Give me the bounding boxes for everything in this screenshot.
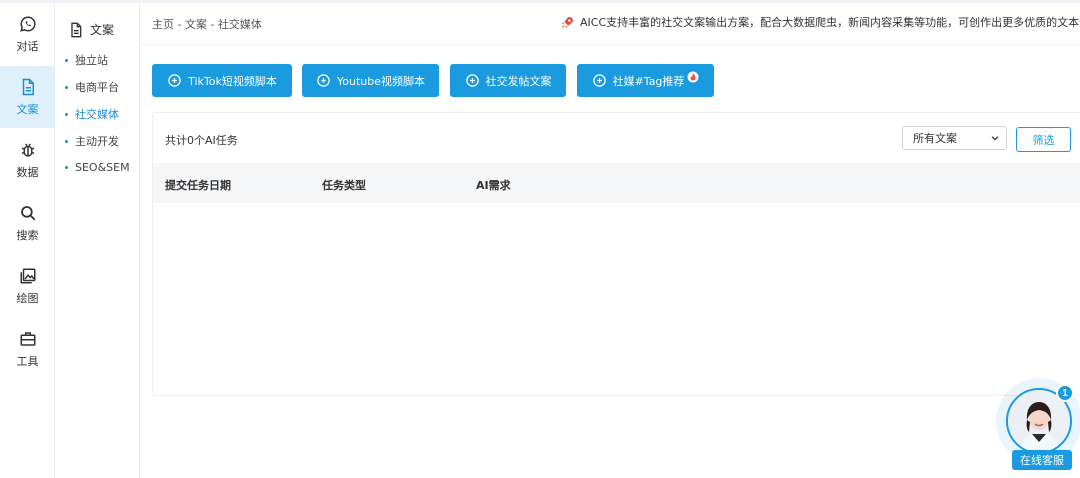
- column-header-date: 提交任务日期: [165, 179, 231, 192]
- bullet-dot: [65, 139, 68, 143]
- sub-nav-item-ecommerce[interactable]: 电商平台: [65, 79, 119, 95]
- button-label: TikTok短视频脚本: [188, 74, 277, 88]
- sub-nav-item-label: 社交媒体: [75, 108, 119, 121]
- rail-item-drawing[interactable]: 绘图: [0, 255, 55, 317]
- notice-text: AICC支持丰富的社交文案输出方案，配合大数据爬虫，新闻内容采集等功能，可创作出…: [580, 16, 1080, 29]
- image-icon: [20, 268, 35, 283]
- sub-nav-item-label: 主动开发: [75, 135, 119, 148]
- sub-nav-item-label: 独立站: [75, 54, 108, 67]
- whatsapp-chat-icon: [19, 15, 36, 32]
- search-icon: [20, 205, 35, 220]
- plus-circle-icon: [317, 74, 330, 87]
- bullet-dot: [65, 58, 68, 62]
- rail-item-label: 数据: [16, 165, 39, 179]
- table-header: 提交任务日期 任务类型 AI需求: [153, 163, 1080, 203]
- button-label: 社交发帖文案: [485, 74, 552, 88]
- rail-item-label: 对话: [16, 39, 39, 53]
- main-nav-rail: 对话 文案 数据 搜索 绘图 工具: [0, 3, 55, 478]
- sub-nav-title: 文案: [68, 21, 114, 38]
- button-label: 社媒#Tag推荐: [612, 74, 685, 88]
- bullet-dot: [65, 166, 68, 169]
- youtube-script-button[interactable]: Youtube视频脚本: [302, 64, 439, 97]
- tiktok-script-button[interactable]: TikTok短视频脚本: [152, 64, 292, 97]
- unread-badge: 1: [1056, 384, 1074, 402]
- document-icon: [71, 22, 82, 37]
- hot-flame-icon: [687, 71, 699, 82]
- copy-type-select[interactable]: 所有文案: [902, 126, 1007, 150]
- social-tag-recommend-button[interactable]: 社媒#Tag推荐: [577, 64, 714, 97]
- online-support-widget[interactable]: 1 在线客服: [996, 378, 1080, 472]
- bullet-dot: [65, 112, 68, 116]
- rail-item-data[interactable]: 数据: [0, 129, 55, 191]
- sub-nav-item-label: SEO&SEM: [75, 161, 130, 174]
- sub-nav-item-label: 电商平台: [75, 81, 119, 94]
- sub-nav-title-label: 文案: [90, 23, 115, 37]
- chevron-down-icon: [991, 136, 999, 141]
- bullet-dot: [65, 85, 68, 89]
- plus-circle-icon: [168, 74, 181, 87]
- task-count: 共计0个AI任务: [165, 134, 238, 147]
- sub-nav: 文案 独立站 电商平台 社交媒体 主动开发 SEO&SEM: [55, 3, 140, 478]
- column-header-type: 任务类型: [322, 179, 366, 192]
- sub-nav-item-seo-sem[interactable]: SEO&SEM: [65, 161, 130, 174]
- top-border: [0, 0, 1080, 3]
- sub-nav-item-standalone-site[interactable]: 独立站: [65, 52, 108, 68]
- rail-item-label: 绘图: [16, 291, 39, 305]
- online-support-label[interactable]: 在线客服: [1012, 450, 1072, 470]
- rail-item-chat[interactable]: 对话: [0, 3, 55, 65]
- select-value: 所有文案: [913, 132, 957, 145]
- plus-circle-icon: [465, 74, 479, 87]
- rocket-icon: [561, 16, 574, 28]
- notice-banner: AICC支持丰富的社交文案输出方案，配合大数据爬虫，新闻内容采集等功能，可创作出…: [560, 14, 1080, 30]
- rail-item-label: 文案: [16, 102, 39, 116]
- rail-item-tools[interactable]: 工具: [0, 318, 55, 380]
- button-label: Youtube视频脚本: [337, 74, 425, 88]
- rail-item-search[interactable]: 搜索: [0, 192, 55, 254]
- column-header-requirement: AI需求: [476, 179, 511, 192]
- bug-icon: [21, 143, 34, 157]
- breadcrumb: 主页 - 文案 - 社交媒体: [152, 18, 262, 31]
- plus-circle-icon: [592, 74, 606, 87]
- sub-nav-item-social-media[interactable]: 社交媒体: [65, 106, 119, 122]
- social-post-button[interactable]: 社交发帖文案: [450, 64, 566, 97]
- header-divider: [140, 44, 1080, 45]
- toolbox-icon: [20, 331, 35, 346]
- rail-item-copywriting[interactable]: 文案: [0, 66, 55, 128]
- rail-item-label: 搜索: [16, 228, 39, 242]
- task-panel: 共计0个AI任务 所有文案 筛选 提交任务日期 任务类型 AI需求: [152, 112, 1080, 396]
- sub-nav-item-outreach[interactable]: 主动开发: [65, 133, 119, 149]
- filter-button[interactable]: 筛选: [1016, 127, 1071, 152]
- rail-item-label: 工具: [16, 354, 39, 368]
- document-icon: [22, 78, 34, 95]
